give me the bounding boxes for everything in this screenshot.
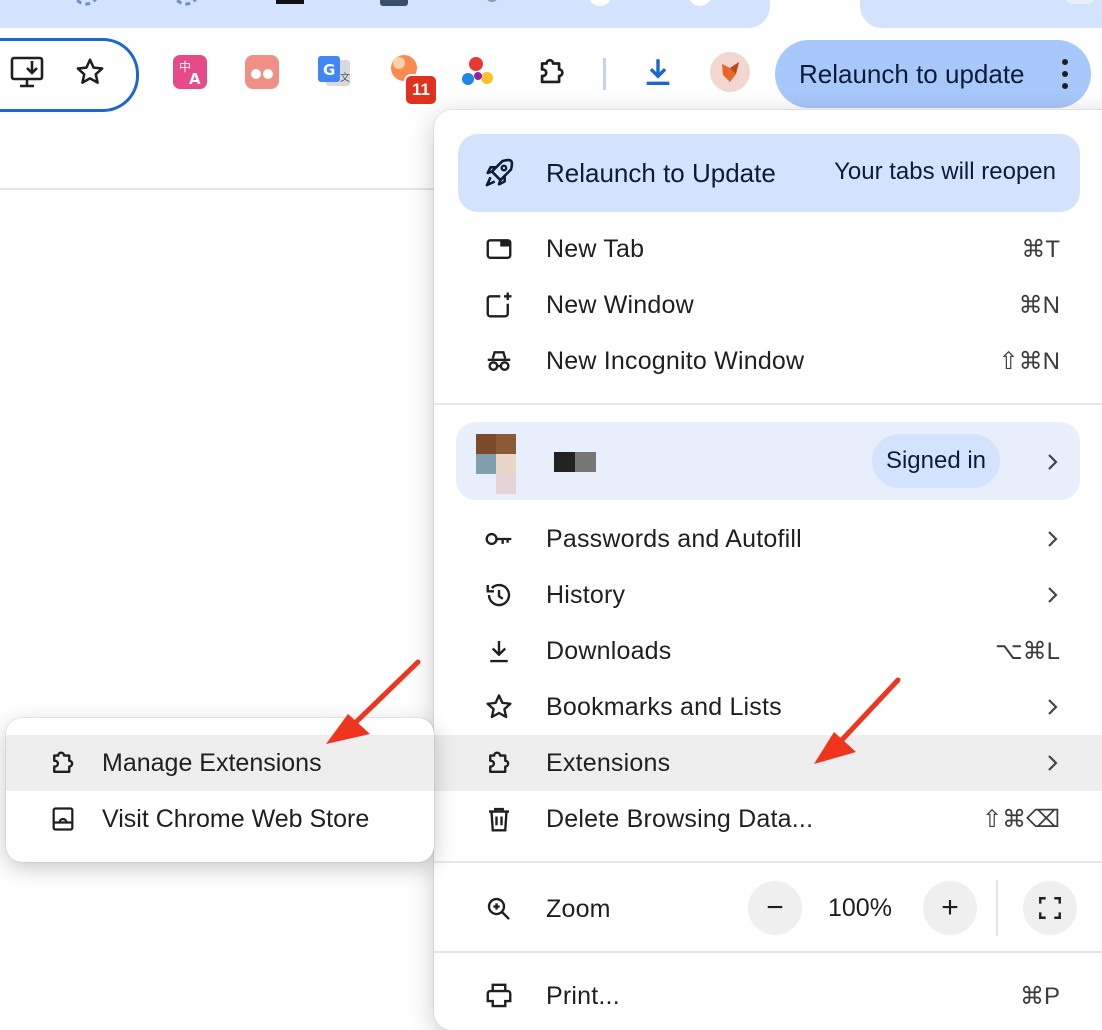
- install-app-icon[interactable]: [8, 52, 48, 92]
- zoom-label: Zoom: [546, 894, 611, 923]
- svg-text:G: G: [323, 61, 335, 79]
- menu-item-print[interactable]: Print... ⌘P: [434, 968, 1102, 1024]
- new-window-icon: [482, 288, 516, 322]
- menu-item-label: Extensions: [546, 748, 671, 777]
- menu-item-label: New Incognito Window: [546, 346, 805, 375]
- tab-favicon-icon[interactable]: [586, 0, 614, 6]
- submenu-item-label: Manage Extensions: [102, 749, 322, 777]
- menu-item-label: Downloads: [546, 636, 672, 665]
- new-tab-icon: [482, 232, 516, 266]
- tab-strip: [0, 0, 1102, 30]
- profile-name-icon: [554, 452, 596, 472]
- menu-item-label: Delete Browsing Data...: [546, 804, 814, 833]
- menu-item-passwords-autofill[interactable]: Passwords and Autofill: [434, 511, 1102, 567]
- menu-item-label: History: [546, 580, 626, 609]
- manage-extensions-item[interactable]: Manage Extensions: [6, 735, 434, 791]
- menu-item-bookmarks-lists[interactable]: Bookmarks and Lists: [434, 679, 1102, 735]
- chevron-right-icon: [1048, 587, 1058, 603]
- star-icon: [482, 690, 516, 724]
- tab-search-icon[interactable]: [1066, 0, 1094, 6]
- chevron-right-icon: [1048, 531, 1058, 547]
- chevron-right-icon: [1048, 454, 1058, 470]
- menu-item-label: Passwords and Autofill: [546, 524, 802, 553]
- relaunch-to-update-item[interactable]: Relaunch to Update Your tabs will reopen: [458, 134, 1080, 212]
- menu-item-downloads[interactable]: Downloads ⌥⌘L: [434, 623, 1102, 679]
- menu-item-shortcut: ⌘P: [1019, 982, 1060, 1010]
- rocket-icon: [482, 156, 516, 195]
- tab-favicon-icon[interactable]: [172, 0, 200, 6]
- more-menu-icon[interactable]: [1061, 58, 1069, 90]
- extensions-puzzle-icon: [482, 746, 516, 780]
- menu-item-shortcut: ⌘T: [1021, 235, 1060, 263]
- submenu-item-label: Visit Chrome Web Store: [102, 805, 370, 833]
- menu-item-shortcut: ⇧⌘⌫: [981, 805, 1060, 833]
- relaunch-title: Relaunch to Update: [546, 158, 776, 188]
- menu-separator: [434, 951, 1102, 953]
- signed-in-badge: Signed in: [872, 434, 1000, 488]
- menu-separator: [434, 861, 1102, 863]
- printer-icon: [482, 979, 516, 1013]
- web-store-icon: [46, 802, 80, 836]
- profile-avatar-icon: [476, 434, 516, 494]
- menu-item-new-tab[interactable]: New Tab ⌘T: [434, 221, 1102, 277]
- google-translate-icon[interactable]: G文: [314, 52, 354, 92]
- menu-item-shortcut: ⌘N: [1018, 291, 1060, 319]
- relaunch-button-label: Relaunch to update: [799, 58, 1025, 89]
- tab-favicon-icon[interactable]: [478, 0, 506, 6]
- fullscreen-button[interactable]: [1023, 881, 1077, 935]
- visit-chrome-web-store-item[interactable]: Visit Chrome Web Store: [6, 791, 434, 847]
- profile-item[interactable]: Signed in: [456, 422, 1080, 500]
- menu-item-extensions[interactable]: Extensions: [434, 735, 1102, 791]
- menu-item-label: New Window: [546, 290, 694, 319]
- toolbar-bottom-border: [0, 188, 434, 190]
- menu-item-label: Bookmarks and Lists: [546, 692, 782, 721]
- menu-item-new-incognito-window[interactable]: New Incognito Window ⇧⌘N: [434, 333, 1102, 389]
- incognito-icon: [482, 344, 516, 378]
- menu-item-label: Print...: [546, 981, 620, 1010]
- menu-item-history[interactable]: History: [434, 567, 1102, 623]
- molecule-extension-icon[interactable]: [458, 52, 498, 92]
- tab-favicon-icon[interactable]: [72, 0, 100, 6]
- tab-favicon-icon[interactable]: [380, 0, 408, 6]
- extensions-submenu: Manage Extensions Visit Chrome Web Store: [6, 718, 434, 862]
- extensions-puzzle-icon[interactable]: [532, 52, 572, 92]
- chrome-main-menu: Relaunch to Update Your tabs will reopen…: [434, 110, 1102, 1030]
- toolbar-divider: [603, 58, 606, 90]
- notification-badge: 11: [404, 74, 438, 106]
- relaunch-note: Your tabs will reopen: [834, 158, 1056, 185]
- svg-text:A: A: [189, 70, 201, 88]
- bookmark-star-icon[interactable]: [70, 52, 110, 92]
- translate-extension-icon[interactable]: 中A: [170, 52, 210, 92]
- profile-avatar-icon[interactable]: [710, 52, 750, 92]
- fullscreen-icon: [1039, 897, 1061, 919]
- download-icon: [482, 634, 516, 668]
- menu-item-shortcut: ⌥⌘L: [994, 637, 1060, 665]
- key-icon: [482, 522, 516, 556]
- tab-favicon-icon[interactable]: [276, 0, 304, 6]
- chevron-right-icon: [1048, 699, 1058, 715]
- relaunch-to-update-button[interactable]: Relaunch to update: [775, 40, 1091, 108]
- zoom-divider: [996, 880, 998, 936]
- tab-favicon-icon[interactable]: [686, 0, 714, 6]
- menu-item-delete-browsing-data[interactable]: Delete Browsing Data... ⇧⌘⌫: [434, 791, 1102, 847]
- chevron-right-icon: [1048, 755, 1058, 771]
- extension-dots-icon[interactable]: [242, 52, 282, 92]
- zoom-out-button[interactable]: −: [748, 881, 802, 935]
- zoom-in-button[interactable]: +: [923, 881, 977, 935]
- menu-item-shortcut: ⇧⌘N: [998, 347, 1060, 375]
- svg-text:文: 文: [340, 71, 350, 84]
- trash-icon: [482, 802, 516, 836]
- extensions-puzzle-icon: [46, 746, 80, 780]
- menu-item-label: New Tab: [546, 234, 645, 263]
- history-icon: [482, 578, 516, 612]
- zoom-magnifier-icon: [482, 892, 516, 926]
- menu-separator: [434, 403, 1102, 405]
- download-icon[interactable]: [638, 52, 678, 92]
- menu-item-new-window[interactable]: New Window ⌘N: [434, 277, 1102, 333]
- zoom-value: 100%: [828, 894, 892, 922]
